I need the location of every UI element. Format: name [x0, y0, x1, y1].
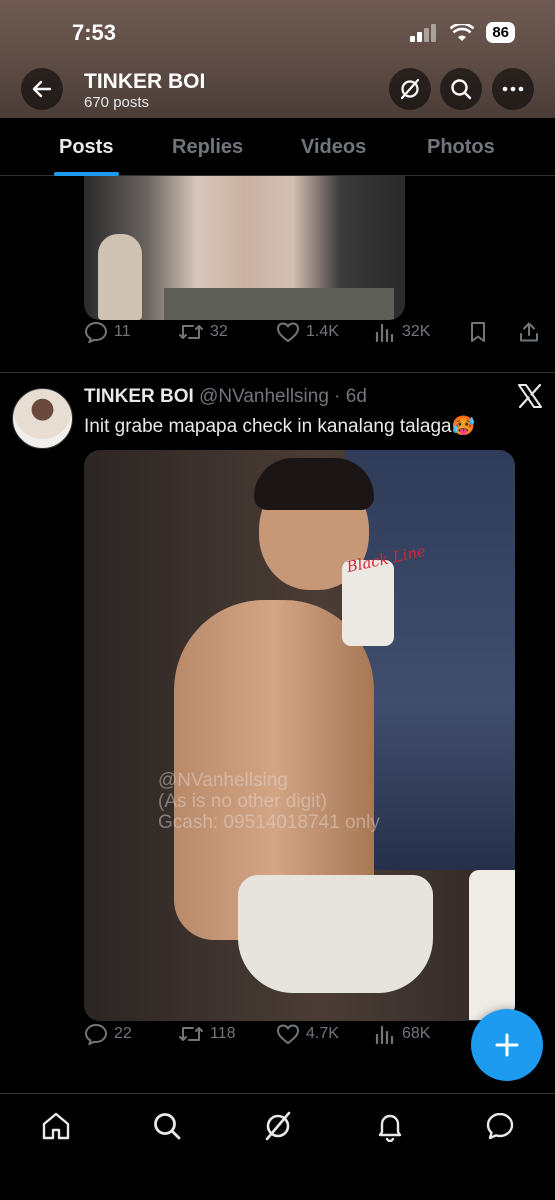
post1-views-button[interactable]: 32K [374, 321, 430, 343]
tab-replies[interactable]: Replies [172, 136, 243, 159]
post2-author-name[interactable]: TINKER BOI [84, 386, 194, 407]
post-divider [0, 372, 555, 373]
views-icon [375, 1025, 394, 1045]
post2-media-towel [469, 870, 515, 1020]
post1-share-button[interactable] [518, 321, 540, 343]
battery-indicator: 86 [486, 22, 515, 43]
x-logo-icon [518, 383, 542, 409]
profile-tabs: Posts Replies Videos Photos [0, 118, 555, 176]
post1-repost-button[interactable]: 32 [178, 321, 228, 343]
profile-header: 7:53 86 TINKER BOI 670 posts [0, 0, 555, 118]
post2-view-count: 68K [402, 1025, 431, 1042]
repost-icon [179, 325, 203, 339]
post2-like-button[interactable]: 4.7K [276, 1023, 339, 1045]
search-icon[interactable] [151, 1110, 183, 1142]
post2-repost-count: 118 [210, 1025, 236, 1042]
messages-icon[interactable] [484, 1110, 516, 1142]
tab-videos[interactable]: Videos [301, 136, 366, 159]
profile-name: TINKER BOI [84, 70, 206, 93]
post2-views-button[interactable]: 68K [374, 1023, 430, 1045]
grok-icon [400, 78, 420, 100]
tab-posts[interactable]: Posts [59, 136, 113, 159]
compose-button[interactable] [471, 1009, 543, 1081]
back-button[interactable] [21, 68, 63, 110]
signal-icon [410, 23, 437, 42]
post1-media-detail [164, 288, 394, 320]
like-icon [276, 322, 300, 343]
post1-reply-button[interactable]: 11 [84, 321, 131, 343]
tab-photos[interactable]: Photos [427, 136, 495, 159]
post2-reply-button[interactable]: 22 [84, 1023, 132, 1045]
repost-icon [179, 1027, 203, 1041]
post-count: 670 posts [84, 94, 150, 111]
compose-icon [495, 1033, 519, 1057]
back-arrow-icon [32, 80, 52, 98]
more-button[interactable] [492, 68, 534, 110]
cat-sticker [98, 234, 142, 320]
post1-bookmark-button[interactable] [468, 321, 488, 343]
status-time: 7:53 [72, 20, 117, 45]
post2-media[interactable]: Black Line @NVanhellsing (As is no other… [84, 450, 515, 1021]
post1-repost-count: 32 [210, 323, 228, 340]
grok-button[interactable] [389, 68, 431, 110]
post1-view-count: 32K [402, 323, 431, 340]
reply-icon [84, 1023, 108, 1045]
post2-text: Init grabe mapapa check in kanalang tala… [84, 416, 476, 437]
bell-icon[interactable] [374, 1110, 406, 1142]
views-icon [375, 323, 394, 343]
reply-icon [84, 321, 108, 343]
post1-like-button[interactable]: 1.4K [276, 321, 339, 343]
avatar[interactable] [12, 388, 73, 449]
post2-media-hair [254, 458, 374, 510]
post2-handle-time[interactable]: @NVanhellsing · 6d [199, 386, 367, 407]
grok-icon[interactable] [262, 1110, 294, 1142]
post1-media[interactable] [84, 176, 405, 320]
post2-media-briefs [238, 875, 433, 993]
image-watermark: @NVanhellsing (As is no other digit) Gca… [158, 770, 380, 833]
search-icon [451, 79, 472, 100]
post2-header: TINKER BOI @NVanhellsing · 6d [84, 386, 367, 408]
wifi-icon [450, 23, 475, 41]
post1-like-count: 1.4K [306, 323, 339, 340]
share-icon [520, 322, 538, 342]
home-icon[interactable] [40, 1110, 72, 1142]
more-icon [502, 86, 524, 92]
post2-like-count: 4.7K [306, 1025, 339, 1042]
search-button[interactable] [440, 68, 482, 110]
post2-reply-count: 22 [114, 1025, 132, 1042]
status-icons: 86 [410, 22, 515, 43]
like-icon [276, 1024, 300, 1045]
bookmark-icon [471, 322, 485, 342]
bottom-nav [0, 1093, 555, 1200]
post1-reply-count: 11 [114, 323, 131, 340]
post2-repost-button[interactable]: 118 [178, 1023, 236, 1045]
